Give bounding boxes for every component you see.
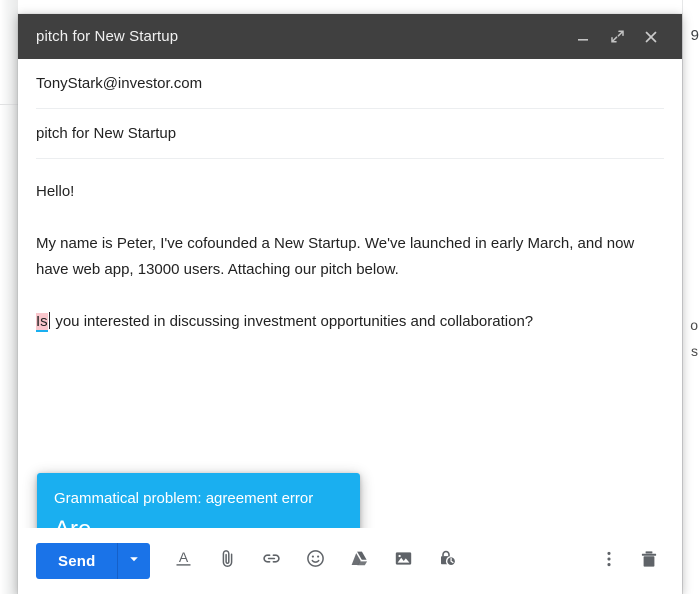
insert-link-button[interactable] — [254, 544, 288, 578]
grammar-error-word[interactable]: Is — [36, 313, 48, 330]
close-button[interactable] — [634, 20, 668, 54]
chevron-down-icon — [128, 552, 140, 570]
close-icon — [643, 29, 659, 45]
background-left-divider — [0, 104, 18, 105]
background-left-strip — [0, 0, 18, 594]
subject-field[interactable]: pitch for New Startup — [36, 109, 664, 159]
minimize-button[interactable] — [566, 20, 600, 54]
toolbar-icon-group: A — [166, 544, 592, 578]
background-text-fragment-2: s — [691, 344, 698, 358]
more-options-icon — [599, 549, 619, 574]
body-greeting: Hello! — [36, 179, 664, 205]
insert-emoji-icon — [305, 548, 326, 574]
expand-icon — [609, 28, 626, 45]
confidential-mode-button[interactable] — [430, 544, 464, 578]
attach-file-button[interactable] — [210, 544, 244, 578]
confidential-mode-icon — [437, 548, 458, 574]
insert-emoji-button[interactable] — [298, 544, 332, 578]
more-options-button[interactable] — [592, 544, 626, 578]
background-unread-count: 9 — [691, 28, 699, 43]
body-paragraph: My name is Peter, I've cofounded a New S… — [36, 231, 664, 283]
insert-link-icon — [261, 548, 282, 574]
insert-photo-icon — [393, 548, 414, 574]
message-body[interactable]: Hello! My name is Peter, I've cofounded … — [18, 159, 682, 528]
google-drive-icon — [349, 548, 370, 574]
send-button[interactable]: Send — [36, 543, 117, 579]
compose-header: pitch for New Startup — [18, 14, 682, 59]
grammar-suggestion-popup[interactable]: Grammatical problem: agreement error Are — [37, 473, 360, 528]
grammar-suggestion-value[interactable]: Are — [54, 515, 343, 528]
compose-title: pitch for New Startup — [36, 28, 566, 45]
attach-file-icon — [217, 548, 238, 574]
subject-value: pitch for New Startup — [36, 125, 176, 142]
insert-photo-button[interactable] — [386, 544, 420, 578]
grammar-problem-label: Grammatical problem: agreement error — [54, 489, 343, 509]
format-text-button[interactable]: A — [166, 544, 200, 578]
background-right-strip — [682, 0, 700, 594]
google-drive-button[interactable] — [342, 544, 376, 578]
send-button-group: Send — [36, 543, 150, 579]
toolbar-right-group — [592, 544, 666, 578]
discard-draft-button[interactable] — [632, 544, 666, 578]
minimize-icon — [575, 29, 591, 45]
recipient-field[interactable]: TonyStark@investor.com — [36, 59, 664, 109]
compose-fields: TonyStark@investor.com pitch for New Sta… — [18, 59, 682, 159]
body-question-rest: you interested in discussing investment … — [51, 313, 533, 330]
expand-button[interactable] — [600, 20, 634, 54]
recipient-value: TonyStark@investor.com — [36, 75, 202, 92]
background-text-fragment-1: o — [690, 318, 698, 332]
send-label: Send — [58, 553, 95, 570]
compose-window: pitch for New Startup — [18, 14, 682, 594]
trash-icon — [638, 548, 660, 575]
text-caret — [49, 312, 51, 329]
background-right-divider — [682, 0, 683, 594]
svg-text:A: A — [179, 549, 189, 565]
body-question: Is you interested in discussing investme… — [36, 309, 664, 335]
grammar-popup-header[interactable]: Grammatical problem: agreement error Are — [37, 473, 360, 528]
send-options-button[interactable] — [117, 543, 150, 579]
format-text-icon: A — [173, 548, 194, 574]
compose-toolbar: Send A — [18, 528, 682, 594]
